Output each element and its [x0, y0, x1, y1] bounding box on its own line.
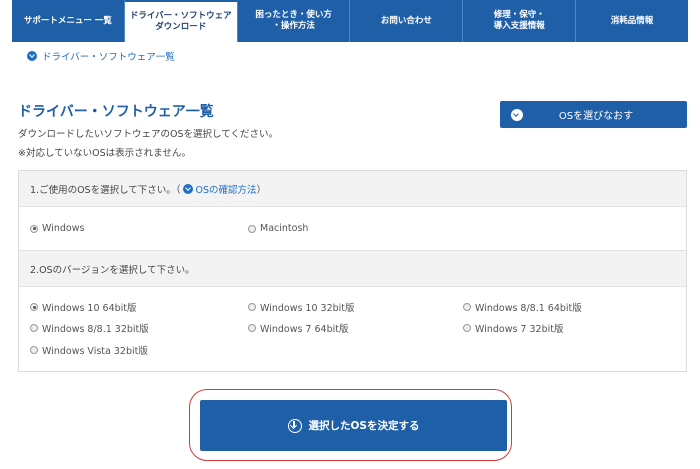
radio-icon — [248, 303, 256, 311]
version-option-label: Windows 7 32bit版 — [475, 324, 564, 335]
chevron-circle-icon — [511, 108, 523, 121]
breadcrumb: ドライバー・ソフトウェア一覧 — [27, 49, 175, 63]
tab-troubleshooting[interactable]: 困ったとき・使い方 ・操作方法 — [238, 0, 351, 42]
download-icon — [287, 418, 302, 433]
os-option-macintosh[interactable]: Macintosh — [248, 223, 308, 234]
page-description: ダウンロードしたいソフトウェアのOSを選択してください。 — [18, 129, 278, 140]
os-option-windows[interactable]: Windows — [30, 223, 84, 234]
os-family-options: Windows Macintosh — [19, 207, 686, 251]
reselect-os-label: OSを選びなおす — [558, 111, 634, 122]
radio-icon — [248, 224, 256, 233]
version-option-win81-32[interactable]: Windows 8/8.1 32bit版 — [30, 321, 149, 335]
page-title: ドライバー・ソフトウェア一覧 — [18, 104, 214, 120]
confirm-os-label: 選択したOSを決定する — [308, 420, 420, 432]
version-option-win7-32[interactable]: Windows 7 32bit版 — [463, 321, 563, 335]
tab-contact[interactable]: お問い合わせ — [350, 0, 464, 42]
tab-support-menu[interactable]: サポートメニュー 一覧 — [12, 0, 125, 42]
version-option-label: Windows 8/8.1 32bit版 — [42, 324, 149, 335]
radio-icon — [30, 224, 38, 233]
page-note: ※対応していないOSは表示されません。 — [18, 148, 191, 159]
confirm-os-button[interactable]: 選択したOSを決定する — [200, 400, 507, 451]
version-option-label: Windows 8/8.1 64bit版 — [475, 303, 582, 314]
version-option-label: Windows Vista 32bit版 — [42, 346, 148, 357]
tab-driver-download[interactable]: ドライバー・ソフトウェア ダウンロード — [124, 0, 238, 42]
support-nav: サポートメニュー 一覧 ドライバー・ソフトウェア ダウンロード 困ったとき・使い… — [12, 0, 688, 42]
radio-icon — [248, 324, 256, 332]
version-option-win10-32[interactable]: Windows 10 32bit版 — [248, 300, 355, 314]
step1-heading: 1.ご使用のOSを選択して下さい。（ OSの確認方法 ） — [19, 171, 686, 207]
tab-repair[interactable]: 修理・保守・ 導入支援情報 — [463, 0, 577, 42]
radio-icon — [30, 346, 38, 354]
version-option-win7-64[interactable]: Windows 7 64bit版 — [248, 321, 348, 335]
radio-icon — [30, 324, 38, 332]
os-check-link-label: OSの確認方法 — [195, 184, 257, 196]
os-check-link[interactable]: OSの確認方法 — [182, 182, 257, 196]
chevron-circle-icon — [182, 183, 193, 194]
reselect-os-button[interactable]: OSを選びなおす — [500, 101, 687, 128]
chevron-circle-icon — [27, 51, 37, 61]
os-version-options: Windows 10 64bit版 Windows 10 32bit版 Wind… — [19, 287, 686, 372]
version-option-label: Windows 10 32bit版 — [260, 303, 355, 314]
radio-icon — [463, 303, 471, 311]
radio-icon — [463, 324, 471, 332]
os-selection-panel: 1.ご使用のOSを選択して下さい。（ OSの確認方法 ） Windows Mac… — [18, 170, 687, 372]
version-option-win10-64[interactable]: Windows 10 64bit版 — [30, 300, 137, 314]
version-option-label: Windows 7 64bit版 — [260, 324, 349, 335]
step1-heading-text: 1.ご使用のOSを選択して下さい。（ — [30, 184, 181, 196]
version-option-win81-64[interactable]: Windows 8/8.1 64bit版 — [463, 300, 582, 314]
step1-heading-end: ） — [256, 184, 267, 196]
os-option-label: Windows — [42, 223, 85, 234]
radio-icon — [30, 303, 38, 311]
breadcrumb-link[interactable]: ドライバー・ソフトウェア一覧 — [42, 49, 175, 63]
version-option-label: Windows 10 64bit版 — [42, 303, 137, 314]
tab-supplies[interactable]: 消耗品情報 — [576, 0, 688, 42]
step2-heading-text: 2.OSのバージョンを選択して下さい。 — [30, 264, 195, 276]
step2-heading: 2.OSのバージョンを選択して下さい。 — [19, 251, 686, 287]
os-option-label: Macintosh — [260, 223, 309, 234]
version-option-vista-32[interactable]: Windows Vista 32bit版 — [30, 343, 148, 357]
